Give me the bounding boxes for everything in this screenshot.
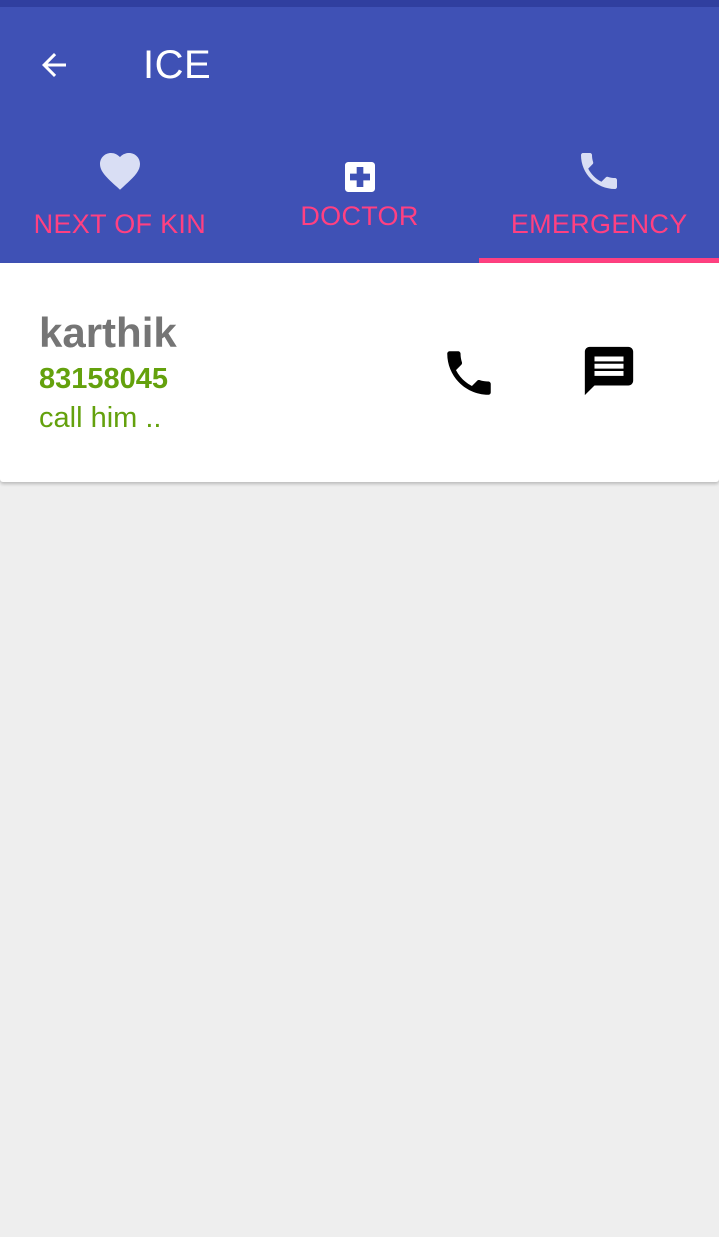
message-icon bbox=[584, 346, 634, 396]
tab-doctor[interactable]: DOCTOR bbox=[240, 131, 480, 263]
tab-bar: NEXT OF KIN DOCTOR EMERGENCY bbox=[0, 131, 719, 263]
back-button[interactable] bbox=[22, 37, 86, 93]
contact-card[interactable]: karthik 83158045 call him .. bbox=[0, 263, 719, 482]
message-button[interactable] bbox=[577, 339, 641, 403]
tab-label-emergency: EMERGENCY bbox=[510, 209, 688, 239]
page-title: ICE bbox=[143, 43, 212, 87]
call-button[interactable] bbox=[437, 341, 501, 405]
phone-icon bbox=[447, 351, 491, 395]
status-bar-strip bbox=[0, 0, 719, 7]
contact-name: karthik bbox=[39, 309, 177, 356]
medical-cross-icon bbox=[336, 153, 384, 201]
tab-label-doctor: DOCTOR bbox=[300, 201, 419, 231]
phone-icon bbox=[575, 147, 623, 195]
tab-next-of-kin[interactable]: NEXT OF KIN bbox=[0, 131, 240, 263]
tab-emergency[interactable]: EMERGENCY bbox=[479, 131, 719, 263]
tab-label-next-of-kin: NEXT OF KIN bbox=[33, 209, 206, 239]
app-bar: ICE NEXT OF KIN DOCTOR EMERGENCY bbox=[0, 7, 719, 263]
arrow-back-icon bbox=[42, 53, 66, 77]
heart-icon bbox=[96, 147, 144, 195]
contact-note: call him .. bbox=[39, 402, 162, 434]
contact-number: 83158045 bbox=[39, 363, 169, 395]
